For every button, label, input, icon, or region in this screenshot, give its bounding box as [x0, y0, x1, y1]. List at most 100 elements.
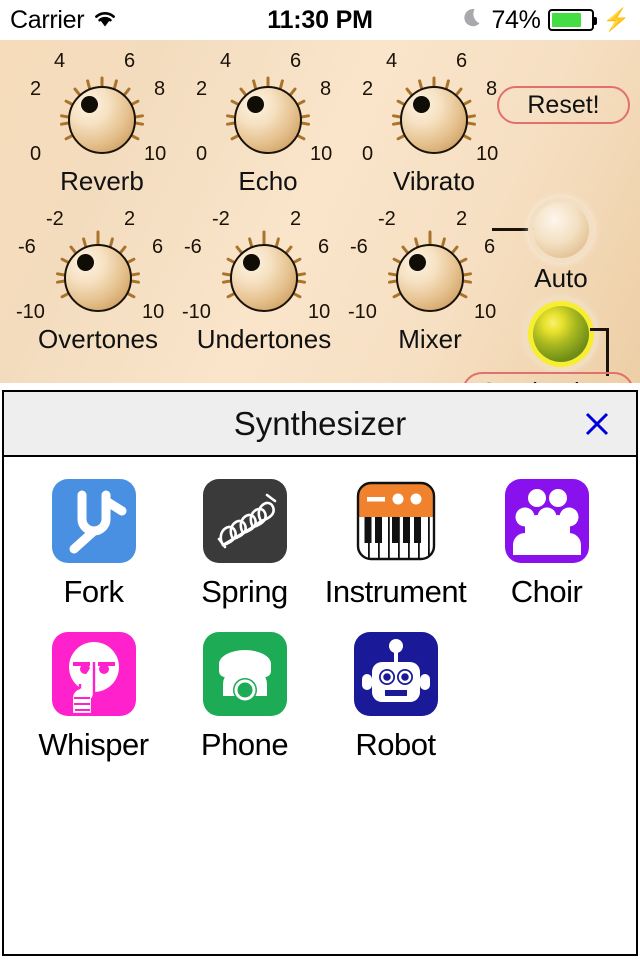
sound-item-fork[interactable]: Fork — [18, 479, 169, 610]
sound-item-phone-label: Phone — [200, 727, 289, 762]
reset-button[interactable]: Reset! — [497, 86, 630, 124]
knob-overtones-tick-minus6: -6 — [18, 236, 36, 258]
knob-undertones-dial[interactable] — [216, 230, 312, 326]
led-connector-wire-vertical — [606, 330, 609, 376]
knob-mixer[interactable]: -6 -2 2 6 -10 10 Mixer — [348, 208, 500, 356]
knob-echo-tick-0: 0 — [196, 143, 208, 165]
auto-connector-wire — [492, 228, 538, 231]
dialog-title: Synthesizer — [233, 404, 407, 442]
knob-overtones-indicator — [77, 254, 94, 271]
knob-mixer-tick-minus6: -6 — [350, 236, 368, 258]
battery-icon — [547, 9, 597, 31]
knob-undertones-tick-10: 10 — [308, 301, 331, 323]
sound-item-whisper-label: Whisper — [38, 727, 149, 762]
knob-vibrato-label: Vibrato — [393, 166, 475, 196]
clock-label: 11:30 PM — [267, 5, 373, 34]
knob-mixer-dial[interactable] — [382, 230, 478, 326]
knob-echo-label: Echo — [238, 166, 298, 196]
knob-echo-tick-4: 4 — [220, 50, 232, 72]
knob-mixer-tick-minus10: -10 — [348, 301, 377, 323]
knob-reverb-tick-2: 2 — [30, 78, 42, 100]
tuning-fork-icon — [51, 479, 136, 563]
knob-overtones-tick-minus2: -2 — [46, 208, 64, 230]
knob-echo-dial[interactable] — [220, 72, 316, 168]
knob-mixer-tick-10: 10 — [474, 301, 497, 323]
knob-reverb-dial[interactable] — [54, 72, 150, 168]
synthesizer-dialog: Synthesizer Fork Spring Instrument Choir… — [2, 390, 638, 956]
knob-undertones-tick-minus10: -10 — [182, 301, 211, 323]
status-bar-left: Carrier — [10, 6, 210, 35]
sound-item-robot-label: Robot — [355, 727, 436, 762]
knob-undertones-tick-2: 2 — [290, 208, 302, 230]
sound-item-instrument[interactable]: Instrument — [320, 479, 471, 610]
synthesizer-button[interactable]: Synthesizer — [462, 372, 634, 383]
knob-mixer-label: Mixer — [398, 324, 462, 354]
battery-nub — [593, 17, 597, 25]
knob-overtones-dial[interactable] — [50, 230, 146, 326]
knob-undertones-indicator — [243, 254, 260, 271]
sound-source-grid: Fork Spring Instrument Choir Whisper Pho… — [4, 479, 636, 763]
knob-undertones-face[interactable] — [230, 244, 298, 312]
knob-overtones-tick-minus10: -10 — [16, 301, 45, 323]
synthesizer-led-indicator[interactable] — [533, 306, 589, 362]
knob-vibrato[interactable]: 2 4 6 8 0 10 Vibrato — [362, 50, 504, 198]
battery-fill — [551, 13, 581, 27]
wifi-icon — [92, 8, 118, 33]
sound-item-spring-label: Spring — [201, 574, 288, 609]
telephone-icon — [202, 632, 287, 716]
robot-head-icon — [353, 632, 438, 716]
knob-overtones-tick-10: 10 — [142, 301, 165, 323]
knob-mixer-face[interactable] — [396, 244, 464, 312]
sound-item-whisper[interactable]: Whisper — [18, 632, 169, 763]
knob-overtones-tick-6: 6 — [152, 236, 164, 258]
knob-undertones-tick-minus6: -6 — [184, 236, 202, 258]
knob-reverb-label: Reverb — [60, 166, 144, 196]
close-x-icon[interactable] — [580, 407, 614, 441]
knob-overtones-face[interactable] — [64, 244, 132, 312]
knob-reverb-tick-6: 6 — [124, 50, 136, 72]
knob-reverb-tick-4: 4 — [54, 50, 66, 72]
knob-mixer-tick-6: 6 — [484, 236, 496, 258]
knob-echo-tick-2: 2 — [196, 78, 208, 100]
auto-toggle-button[interactable] — [533, 202, 589, 258]
sound-item-fork-label: Fork — [63, 574, 125, 609]
knob-echo-tick-6: 6 — [290, 50, 302, 72]
knob-vibrato-tick-2: 2 — [362, 78, 374, 100]
knob-overtones-label: Overtones — [38, 324, 158, 354]
knob-reverb-indicator — [81, 96, 98, 113]
knob-overtones[interactable]: -6 -2 2 6 -10 10 Overtones — [16, 208, 168, 356]
knob-mixer-tick-2: 2 — [456, 208, 468, 230]
sound-item-robot[interactable]: Robot — [320, 632, 471, 763]
knob-vibrato-tick-4: 4 — [386, 50, 398, 72]
knob-undertones-tick-minus2: -2 — [212, 208, 230, 230]
knob-mixer-indicator — [409, 254, 426, 271]
knob-vibrato-tick-0: 0 — [362, 143, 374, 165]
status-bar: Carrier 11:30 PM 74% ⚡ — [0, 0, 640, 40]
knob-vibrato-dial[interactable] — [386, 72, 482, 168]
sound-item-spring[interactable]: Spring — [169, 479, 320, 610]
keyboard-icon — [354, 479, 438, 563]
knob-undertones[interactable]: -6 -2 2 6 -10 10 Undertones — [182, 208, 334, 356]
sound-item-choir[interactable]: Choir — [471, 479, 622, 610]
knob-overtones-tick-2: 2 — [124, 208, 136, 230]
knob-reverb[interactable]: 2 4 6 8 0 10 Reverb — [30, 50, 172, 198]
sound-item-phone[interactable]: Phone — [169, 632, 320, 763]
knob-reverb-tick-10: 10 — [144, 143, 167, 165]
spring-coil-icon — [202, 479, 287, 563]
synth-panel: 2 4 6 8 0 10 Reverb 2 4 6 8 0 10 Echo 2 … — [0, 40, 640, 383]
auto-label: Auto — [534, 263, 588, 293]
knob-vibrato-tick-8: 8 — [486, 78, 498, 100]
shush-face-icon — [51, 632, 136, 716]
knob-echo-face[interactable] — [234, 86, 302, 154]
knob-vibrato-face[interactable] — [400, 86, 468, 154]
knob-undertones-tick-6: 6 — [318, 236, 330, 258]
knob-vibrato-tick-10: 10 — [476, 143, 499, 165]
knob-mixer-tick-minus2: -2 — [378, 208, 396, 230]
knob-echo-tick-10: 10 — [310, 143, 333, 165]
knob-undertones-label: Undertones — [196, 324, 332, 354]
knob-echo-indicator — [247, 96, 264, 113]
knob-reverb-face[interactable] — [68, 86, 136, 154]
knob-vibrato-indicator — [413, 96, 430, 113]
dialog-body: Fork Spring Instrument Choir Whisper Pho… — [4, 457, 636, 763]
knob-echo[interactable]: 2 4 6 8 0 10 Echo — [196, 50, 338, 198]
